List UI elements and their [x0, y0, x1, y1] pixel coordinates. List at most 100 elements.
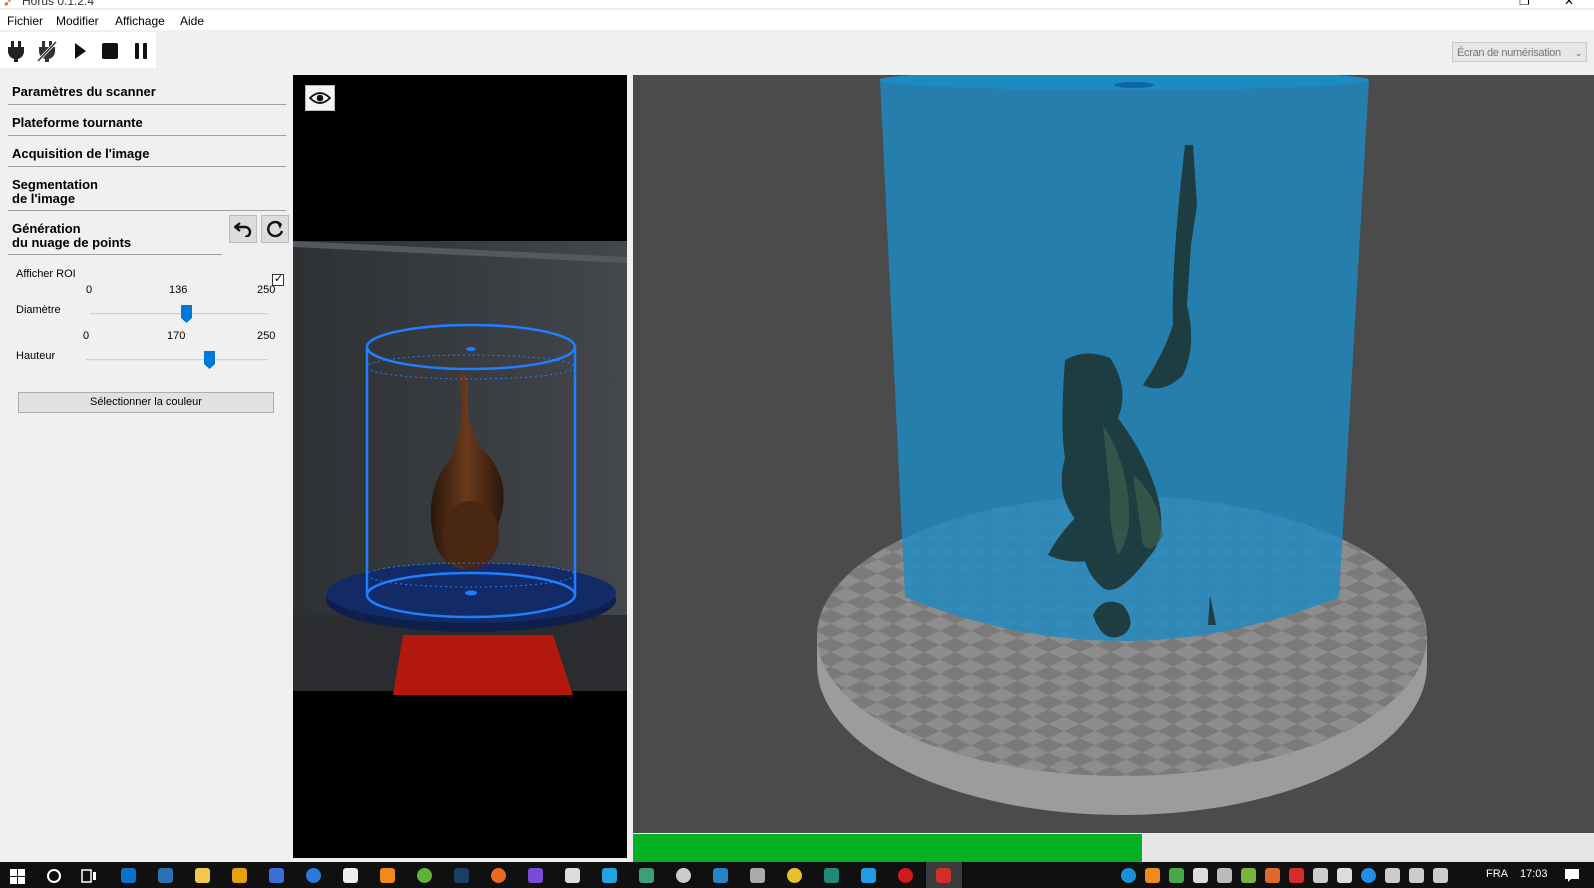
stop-button[interactable] — [99, 40, 121, 62]
app-icon[interactable] — [750, 868, 765, 883]
edge-icon[interactable] — [121, 868, 136, 883]
app-logo-icon: ➶ — [3, 0, 13, 8]
file-explorer-icon[interactable] — [195, 868, 210, 883]
twitch-icon[interactable] — [528, 868, 543, 883]
stop-icon — [102, 43, 118, 59]
app-icon[interactable] — [824, 868, 839, 883]
divider — [8, 104, 286, 105]
diameter-min: 0 — [86, 284, 93, 296]
menu-fichier[interactable]: Fichier — [7, 14, 43, 28]
clock[interactable]: 17:03 — [1520, 868, 1548, 880]
app-icon[interactable] — [676, 868, 691, 883]
vlc-icon[interactable] — [380, 868, 395, 883]
menu-modifier[interactable]: Modifier — [56, 14, 99, 28]
disconnect-button[interactable] — [36, 40, 58, 62]
window-title: Horus 0.1.2.4 — [22, 0, 95, 8]
section-point-cloud-generation[interactable]: Génération du nuage de points — [12, 222, 131, 250]
view-mode-select[interactable]: Écran de numérisation ⌄ — [1452, 42, 1587, 62]
tray-icon[interactable] — [1265, 868, 1280, 883]
divider — [8, 210, 286, 211]
height-max: 250 — [257, 330, 276, 342]
firefox-icon[interactable] — [491, 868, 506, 883]
select-color-button[interactable]: Sélectionner la couleur — [18, 392, 274, 413]
reload-icon — [267, 220, 284, 238]
play-icon — [75, 43, 86, 59]
section-scanner-params[interactable]: Paramètres du scanner — [12, 85, 156, 99]
diameter-value: 136 — [169, 284, 188, 296]
media-player-icon[interactable] — [232, 868, 247, 883]
section-turntable[interactable]: Plateforme tournante — [12, 116, 143, 130]
height-slider-thumb[interactable] — [204, 351, 216, 369]
tray-icon[interactable] — [1241, 868, 1256, 883]
task-view-icon[interactable] — [81, 869, 97, 883]
tray-icon[interactable] — [1193, 868, 1208, 883]
browser-icon[interactable] — [306, 868, 321, 883]
nvidia-icon[interactable] — [1169, 868, 1184, 883]
tray-icon[interactable] — [1289, 868, 1304, 883]
pause-button[interactable] — [130, 40, 152, 62]
section-label-line2: de l'image — [12, 191, 76, 206]
app-icon[interactable] — [639, 868, 654, 883]
app-icon[interactable] — [898, 868, 913, 883]
skype-icon[interactable] — [1121, 868, 1136, 883]
language-indicator[interactable]: FRA — [1486, 868, 1508, 880]
app-icon[interactable] — [602, 868, 617, 883]
windows-start-icon[interactable] — [10, 869, 25, 884]
show-roi-label: Afficher ROI — [16, 268, 76, 280]
mail-icon[interactable] — [343, 868, 358, 883]
app-icon[interactable] — [861, 868, 876, 883]
height-slider-track[interactable] — [86, 359, 268, 361]
play-button[interactable] — [69, 40, 91, 62]
height-value: 170 — [167, 330, 186, 342]
utorrent-icon[interactable] — [417, 868, 432, 883]
app-icon[interactable] — [713, 868, 728, 883]
tray-icon[interactable] — [1145, 868, 1160, 883]
undo-button[interactable] — [229, 215, 257, 243]
tray-icon[interactable] — [1337, 868, 1352, 883]
menu-affichage[interactable]: Affichage — [115, 14, 165, 28]
connect-button[interactable] — [5, 40, 27, 62]
chrome-icon[interactable] — [787, 868, 802, 883]
camera-view — [293, 75, 627, 858]
taskbar: FRA 17:03 — [0, 862, 1594, 888]
horus-taskbar-button[interactable] — [926, 862, 962, 888]
divider — [8, 166, 286, 167]
cortana-search-icon[interactable] — [46, 868, 62, 884]
check-icon: ✓ — [274, 273, 284, 285]
volume-icon[interactable] — [1433, 868, 1448, 883]
view-mode-value: Écran de numérisation — [1457, 47, 1561, 59]
menu-aide[interactable]: Aide — [180, 14, 204, 28]
diameter-slider-thumb[interactable] — [181, 305, 193, 323]
notifications-icon[interactable] — [1564, 868, 1580, 883]
camera-app-icon[interactable] — [565, 868, 580, 883]
section-image-segmentation[interactable]: Segmentation de l'image — [12, 178, 98, 206]
pause-icon — [135, 43, 147, 59]
menu-bar: Fichier Modifier Affichage Aide — [0, 10, 1594, 30]
eye-icon — [309, 92, 331, 104]
restore-icon[interactable]: ❐ — [1519, 0, 1530, 8]
camera-image — [293, 241, 627, 695]
undo-icon — [234, 222, 252, 237]
divider — [8, 254, 222, 255]
steam-icon[interactable] — [454, 868, 469, 883]
title-bar: ➶ Horus 0.1.2.4 ❐ ✕ — [0, 0, 1594, 8]
connect-icon — [8, 41, 24, 62]
height-min: 0 — [83, 330, 90, 342]
reset-button[interactable] — [261, 215, 289, 243]
height-label: Hauteur — [16, 350, 56, 362]
network-icon[interactable] — [1409, 868, 1424, 883]
divider — [8, 135, 286, 136]
tray-icon[interactable] — [1217, 868, 1232, 883]
tray-icon[interactable] — [1313, 868, 1328, 883]
tray-icon[interactable] — [1361, 868, 1376, 883]
store-icon[interactable] — [158, 868, 173, 883]
point-cloud-viewer[interactable] — [633, 75, 1594, 833]
app-icon[interactable] — [269, 868, 284, 883]
section-image-acquisition[interactable]: Acquisition de l'image — [12, 147, 149, 161]
horus-app-icon — [936, 868, 951, 883]
usb-icon[interactable] — [1385, 868, 1400, 883]
close-icon[interactable]: ✕ — [1564, 0, 1574, 8]
diameter-max: 250 — [257, 284, 276, 296]
diameter-slider-track[interactable] — [90, 313, 268, 315]
toggle-camera-visibility-button[interactable] — [305, 85, 335, 111]
